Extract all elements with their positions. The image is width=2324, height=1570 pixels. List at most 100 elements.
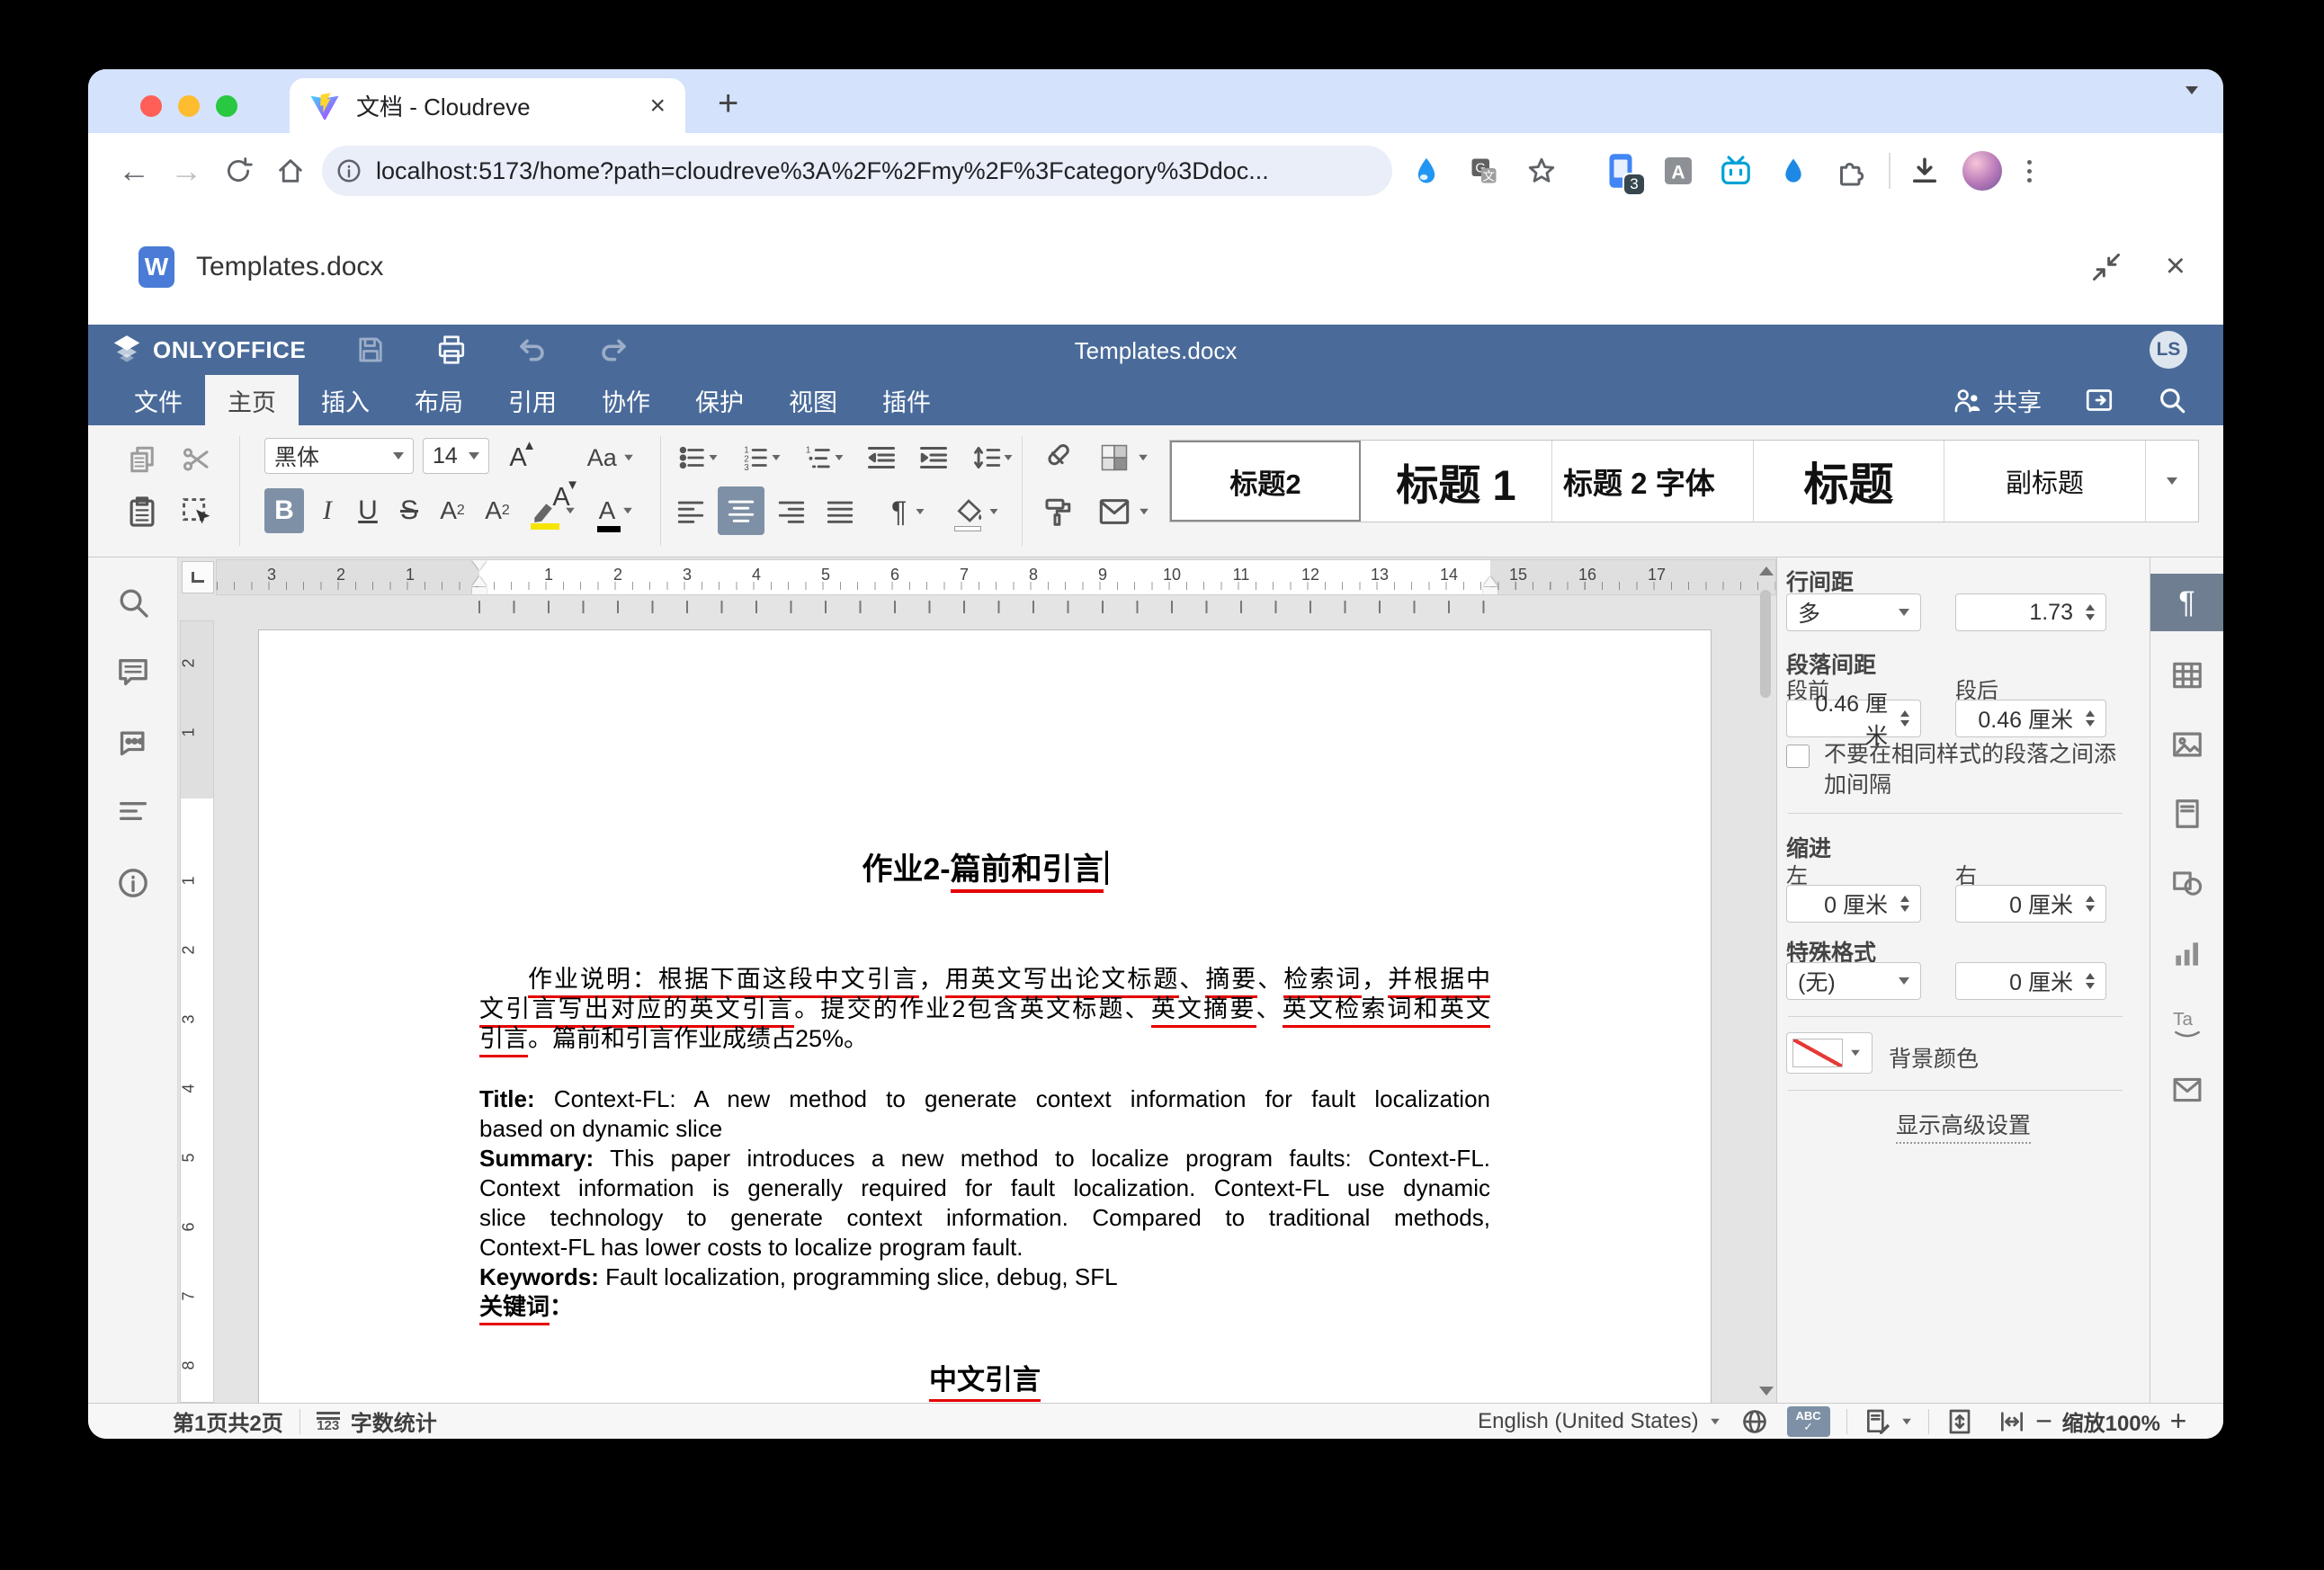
bullet-list-button[interactable]	[669, 438, 727, 477]
tab-view[interactable]: 视图	[766, 375, 860, 425]
shading-color-button[interactable]	[1088, 438, 1158, 477]
italic-button[interactable]: I	[309, 488, 345, 533]
change-case-button[interactable]: Aa	[585, 438, 637, 477]
line-spacing-select[interactable]: 多	[1786, 593, 1921, 631]
justify-button[interactable]	[818, 490, 862, 533]
scroll-up-icon[interactable]	[1759, 566, 1774, 575]
align-center-button[interactable]	[718, 486, 764, 535]
paragraph-settings-tab[interactable]: ¶	[2150, 574, 2223, 631]
water-drop-icon[interactable]	[1770, 147, 1817, 194]
special-format-spinner[interactable]: 0 厘米	[1955, 962, 2106, 1000]
table-settings-tab[interactable]	[2150, 658, 2223, 692]
close-tab-icon[interactable]: ×	[649, 91, 666, 121]
extension-a-icon[interactable]: A	[1655, 147, 1702, 194]
line-spacing-spinner[interactable]: 1.73	[1955, 593, 2106, 631]
zoom-window-button[interactable]	[216, 95, 237, 117]
document-heading[interactable]: 作业2-篇前和引言	[479, 844, 1490, 888]
redo-button[interactable]	[597, 334, 630, 366]
translate-icon[interactable]: G文	[1461, 147, 1507, 194]
spacing-before-spinner[interactable]: 0.46 厘米	[1786, 700, 1921, 737]
copy-style-button[interactable]	[1034, 490, 1081, 533]
site-info-icon[interactable]	[331, 153, 367, 189]
forward-button[interactable]: →	[160, 145, 212, 197]
tab-collaboration[interactable]: 协作	[579, 375, 673, 425]
zoom-in-button[interactable]: +	[2160, 1405, 2196, 1438]
style-heading2-selected[interactable]: 标题2	[1170, 441, 1361, 522]
tab-stop-selector[interactable]	[182, 561, 214, 593]
show-advanced-settings-link[interactable]: 显示高级设置	[1777, 1108, 2150, 1140]
exit-fullscreen-icon[interactable]	[2090, 251, 2123, 283]
tab-search-chevron-icon[interactable]	[2185, 94, 2198, 111]
tab-home[interactable]: 主页	[205, 375, 299, 425]
multilevel-list-button[interactable]: 1	[795, 438, 853, 477]
mail-merge-settings-tab[interactable]	[2150, 1075, 2223, 1105]
save-button[interactable]	[354, 334, 387, 366]
instructions-paragraph[interactable]: 作业说明：根据下面这段中文引言，用英文写出论文标题、摘要、检索词，并根据中 文引…	[479, 965, 1490, 1054]
clear-style-button[interactable]	[1034, 438, 1081, 477]
extension-phone-icon[interactable]: 3	[1597, 147, 1644, 194]
user-avatar[interactable]: LS	[2150, 331, 2187, 369]
url-text[interactable]: localhost:5173/home?path=cloudreve%3A%2F…	[376, 157, 1269, 185]
tab-file[interactable]: 文件	[112, 375, 205, 425]
left-indent-marker[interactable]	[472, 587, 487, 594]
style-subtitle[interactable]: 副标题	[1944, 441, 2146, 522]
subscript-button[interactable]: A2	[477, 488, 518, 533]
profile-avatar[interactable]	[1962, 151, 2002, 191]
about-icon[interactable]	[88, 865, 178, 901]
hanging-indent-marker[interactable]	[472, 576, 487, 586]
document-page[interactable]: 作业2-篇前和引言 作业说明：根据下面这段中文引言，用英文写出论文标题、摘要、检…	[258, 629, 1712, 1403]
tab-layout[interactable]: 布局	[392, 375, 486, 425]
spacing-after-spinner[interactable]: 0.46 厘米	[1955, 700, 2106, 737]
right-indent-marker[interactable]	[1483, 576, 1497, 586]
paste-button[interactable]	[121, 490, 164, 533]
language-selector[interactable]: English (United States)	[1478, 1409, 1698, 1434]
font-color-button[interactable]: A	[588, 488, 644, 533]
shape-settings-tab[interactable]	[2150, 866, 2223, 900]
undo-button[interactable]	[516, 334, 549, 366]
font-name-select[interactable]: 黑体	[264, 438, 414, 474]
browser-menu-icon[interactable]	[2020, 160, 2039, 183]
find-icon[interactable]	[88, 584, 178, 620]
right-indent-marker-base[interactable]	[1483, 587, 1497, 594]
scrollbar-thumb[interactable]	[1760, 590, 1771, 698]
vertical-scrollbar[interactable]	[1756, 559, 1776, 1403]
search-companion-icon[interactable]	[1403, 147, 1450, 194]
fit-width-button[interactable]	[1998, 1407, 2026, 1436]
open-file-location-icon[interactable]	[2083, 384, 2115, 416]
bilibili-tv-icon[interactable]	[1712, 147, 1759, 194]
style-heading2-font[interactable]: 标题 2 字体	[1552, 441, 1754, 522]
chart-settings-tab[interactable]	[2150, 937, 2223, 971]
align-right-button[interactable]	[770, 490, 813, 533]
font-size-select[interactable]: 14	[423, 438, 489, 474]
share-button[interactable]: 共享	[1952, 383, 2042, 418]
language-chevron-icon[interactable]	[1711, 1418, 1720, 1423]
mail-merge-button[interactable]	[1088, 490, 1158, 533]
document-language-icon[interactable]	[1740, 1407, 1769, 1436]
close-window-button[interactable]	[140, 95, 162, 117]
superscript-button[interactable]: A2	[432, 488, 473, 533]
tab-plugins[interactable]: 插件	[860, 375, 953, 425]
chat-icon[interactable]	[88, 725, 178, 761]
fit-page-button[interactable]	[1945, 1407, 1974, 1436]
page-number-indicator[interactable]: 第1页共2页	[173, 1405, 283, 1437]
spellcheck-toggle[interactable]: ABC✓	[1787, 1406, 1830, 1437]
increase-indent-button[interactable]	[910, 438, 957, 477]
style-heading1[interactable]: 标题 1	[1361, 441, 1552, 522]
cut-button[interactable]	[174, 438, 218, 481]
select-all-button[interactable]	[174, 490, 218, 533]
print-button[interactable]	[435, 334, 468, 366]
bold-button[interactable]: B	[264, 488, 304, 533]
background-color-picker[interactable]	[1786, 1032, 1873, 1074]
browser-tab[interactable]: 文档 - Cloudreve ×	[290, 78, 685, 133]
decrease-indent-button[interactable]	[858, 438, 905, 477]
track-changes-chevron-icon[interactable]	[1902, 1418, 1911, 1423]
align-left-button[interactable]	[669, 490, 712, 533]
close-preview-icon[interactable]: ×	[2166, 247, 2185, 286]
style-title[interactable]: 标题	[1754, 441, 1944, 522]
underline-button[interactable]: U	[349, 488, 387, 533]
text-art-settings-tab[interactable]: Ta	[2150, 1005, 2223, 1039]
grow-font-button[interactable]: A▲	[498, 438, 538, 477]
line-spacing-button[interactable]	[962, 438, 1023, 477]
home-button[interactable]	[264, 145, 317, 197]
tab-protection[interactable]: 保护	[673, 375, 766, 425]
